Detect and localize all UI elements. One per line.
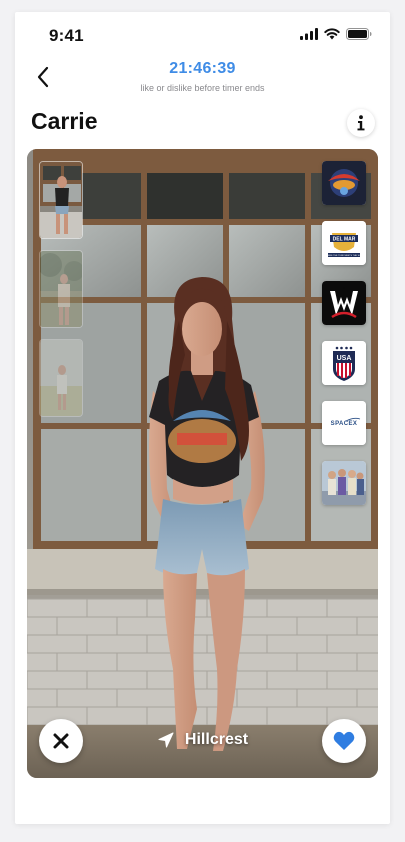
countdown-timer: 21:46:39 (169, 60, 236, 77)
info-icon (357, 115, 365, 131)
photo-thumbnail[interactable] (39, 250, 83, 328)
usa-soccer-logo-icon: USA (322, 341, 366, 385)
interest-badges: DEL MAR WHERE THE TURF MEETS THE SURF W (322, 161, 366, 521)
del-mar-bottom-text: WHERE THE TURF MEETS THE SURF (324, 255, 364, 257)
del-mar-top-text: DEL MAR (333, 237, 356, 243)
info-button[interactable] (347, 109, 375, 137)
thumbnail-image (40, 340, 82, 416)
photo-thumbnail[interactable] (39, 161, 83, 239)
del-mar-logo-icon: DEL MAR WHERE THE TURF MEETS THE SURF (322, 221, 366, 265)
nav-header: 21:46:39 like or dislike before timer en… (15, 56, 390, 108)
thumbnail-image (40, 162, 82, 238)
usa-text: USA (337, 355, 352, 362)
photo-thumbnails (39, 161, 83, 428)
thumbnail-image (40, 251, 82, 327)
wifi-icon (324, 28, 340, 40)
like-button[interactable] (322, 719, 366, 763)
profile-name: Carrie (31, 108, 98, 134)
usa-soccer-badge[interactable]: USA (322, 341, 366, 385)
photo-thumbnail[interactable] (39, 339, 83, 417)
spacex-badge[interactable]: SPACEX (322, 401, 366, 445)
location-name: Hillcrest (184, 731, 249, 748)
spacex-logo-icon: SPACEX (322, 401, 366, 445)
group-photo-icon (322, 461, 366, 505)
timer-caption: like or dislike before timer ends (140, 83, 265, 93)
spacex-text: SPACEX (331, 421, 358, 427)
signal-icon (300, 28, 318, 40)
phone-screen: 9:41 21:46:39 like or dislike before tim… (15, 12, 390, 824)
status-time: 9:41 (49, 26, 84, 45)
status-icons (300, 28, 372, 40)
journey-band-logo-icon (322, 161, 366, 205)
wwe-badge[interactable]: W (322, 281, 366, 325)
location-arrow-icon (158, 732, 174, 748)
battery-icon (346, 28, 372, 40)
heart-icon (333, 731, 355, 750)
journey-band-badge[interactable] (322, 161, 366, 205)
status-bar: 9:41 (15, 12, 390, 56)
wwe-text: W (343, 288, 345, 290)
profile-card[interactable]: DEL MAR WHERE THE TURF MEETS THE SURF W (27, 149, 378, 778)
group-photo-badge[interactable] (322, 461, 366, 505)
wwe-logo-icon: W (322, 281, 366, 325)
del-mar-badge[interactable]: DEL MAR WHERE THE TURF MEETS THE SURF (322, 221, 366, 265)
